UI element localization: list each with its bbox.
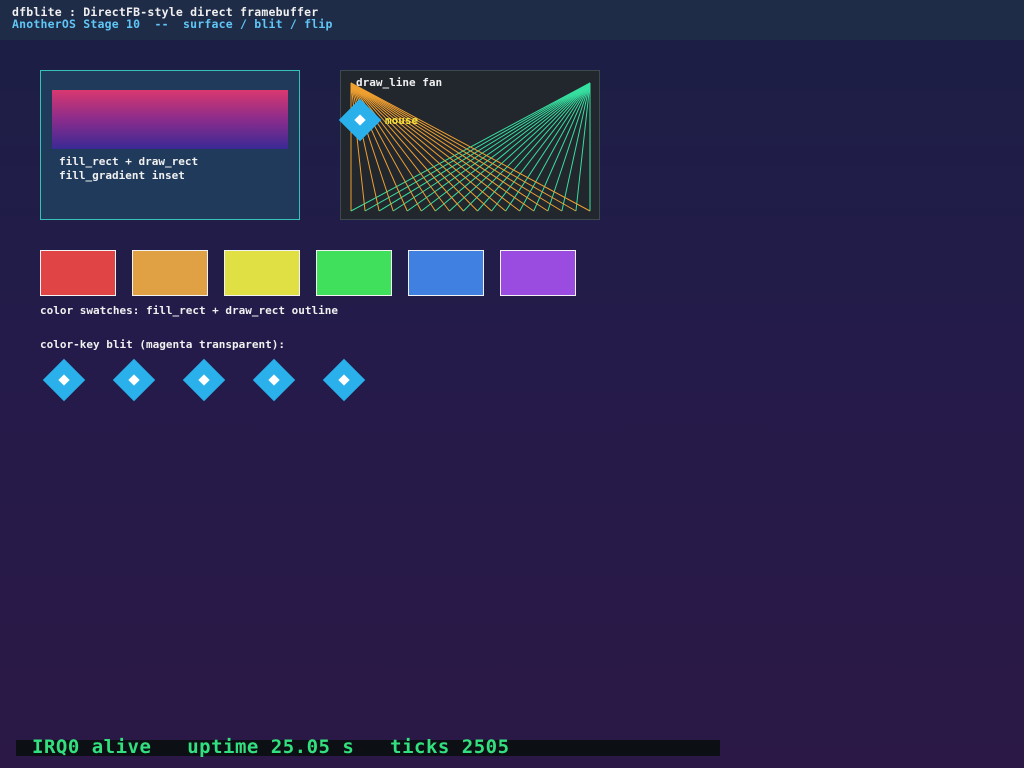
- cursor-center-dot: [354, 114, 366, 126]
- fan-line-left-origin: [350, 82, 549, 212]
- status-bar: IRQ0 alive uptime 25.05 s ticks 2505: [16, 736, 720, 758]
- fan-line-left-origin: [350, 82, 478, 212]
- fan-title: draw_line fan: [356, 76, 443, 89]
- fan-line-left-origin: [350, 82, 563, 212]
- sprite-center-dot: [268, 374, 280, 386]
- gradient-inset: [52, 90, 288, 149]
- app-subtitle: AnotherOS Stage 10 -- surface / blit / f…: [12, 17, 333, 31]
- colorkey-label: color-key blit (magenta transparent):: [40, 338, 286, 351]
- rect-demo-panel: fill_rect + draw_rect fill_gradient inse…: [40, 70, 300, 220]
- sprite-center-dot: [128, 374, 140, 386]
- sprite-center-dot: [198, 374, 210, 386]
- colorkey-sprite: [322, 358, 366, 402]
- sprite-center-dot: [338, 374, 350, 386]
- rect-caption-line1: fill_rect + draw_rect: [59, 155, 199, 168]
- status-text: IRQ0 alive uptime 25.05 s ticks 2505: [32, 736, 510, 758]
- mouse-label: mouse: [385, 114, 419, 127]
- colorkey-sprite: [112, 358, 156, 402]
- sprite-center-dot: [58, 374, 70, 386]
- swatches-label: color swatches: fill_rect + draw_rect ou…: [40, 304, 339, 317]
- color-swatch: [40, 250, 116, 296]
- color-swatch: [132, 250, 208, 296]
- color-swatch: [408, 250, 484, 296]
- color-swatch: [500, 250, 576, 296]
- fan-line-left-origin: [350, 82, 506, 212]
- colorkey-sprite: [42, 358, 86, 402]
- rect-caption-line2: fill_gradient inset: [59, 169, 185, 182]
- fan-line-left-origin: [350, 82, 577, 212]
- fan-line-right-origin: [575, 82, 591, 212]
- line-fan-panel: draw_line fan mouse: [340, 70, 600, 220]
- title-bar: dfblite : DirectFB-style direct framebuf…: [0, 0, 1024, 40]
- fan-line-left-origin: [350, 82, 464, 212]
- color-swatch: [224, 250, 300, 296]
- color-swatch: [316, 250, 392, 296]
- colorkey-sprite: [182, 358, 226, 402]
- colorkey-sprite: [252, 358, 296, 402]
- line-fan-canvas: [350, 82, 591, 212]
